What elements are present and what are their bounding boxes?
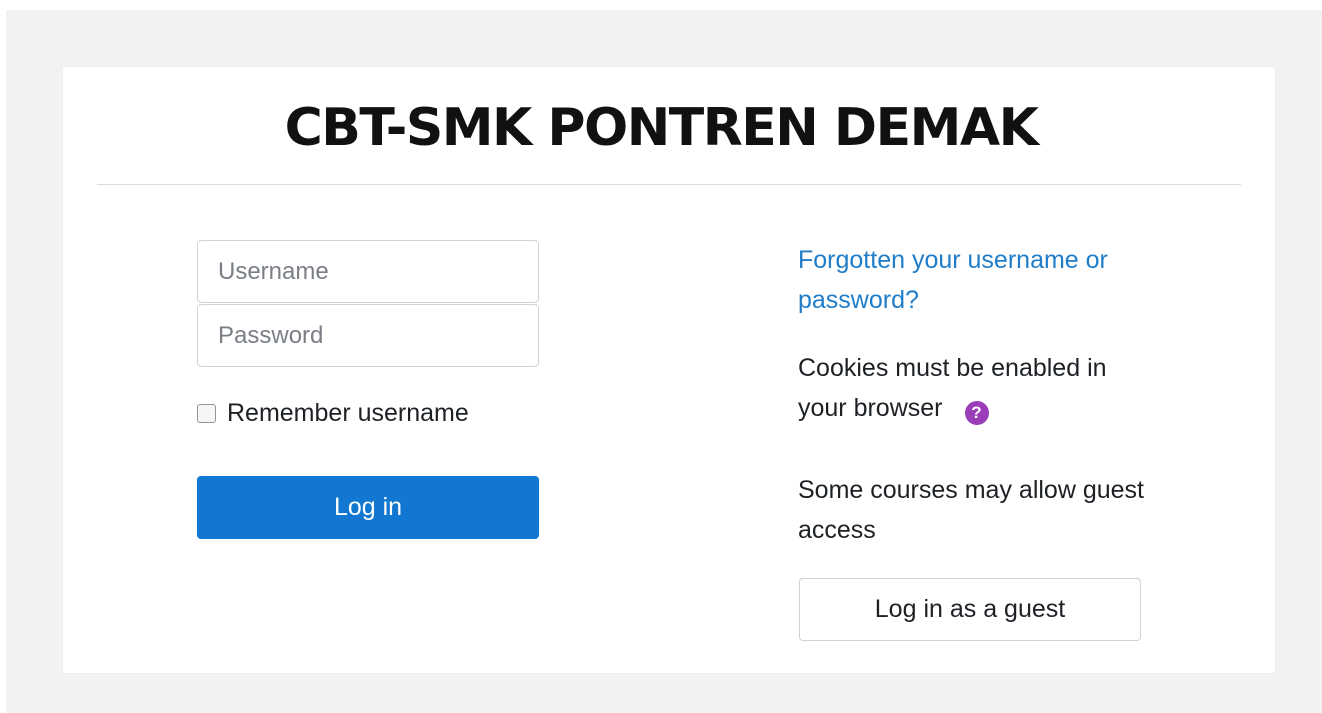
remember-username-label: Remember username	[227, 398, 469, 427]
remember-username-option[interactable]: Remember username	[197, 396, 469, 430]
cookies-notice: Cookies must be enabled in your browser?	[798, 348, 1158, 428]
header-divider	[97, 184, 1241, 185]
question-circle-icon[interactable]: ?	[964, 401, 989, 425]
site-title: CBT-SMK PONTREN DEMAK	[284, 98, 1039, 158]
login-button[interactable]: Log in	[197, 476, 539, 539]
remember-username-checkbox[interactable]	[197, 403, 216, 423]
guest-access-note: Some courses may allow guest access	[798, 476, 1144, 544]
forgot-password-link[interactable]: Forgotten your username or password?	[798, 240, 1158, 320]
cookies-notice-text: Cookies must be enabled in your browser	[798, 354, 1107, 422]
username-input[interactable]	[197, 240, 539, 303]
login-as-guest-button[interactable]: Log in as a guest	[799, 578, 1141, 641]
password-input[interactable]	[197, 304, 539, 367]
